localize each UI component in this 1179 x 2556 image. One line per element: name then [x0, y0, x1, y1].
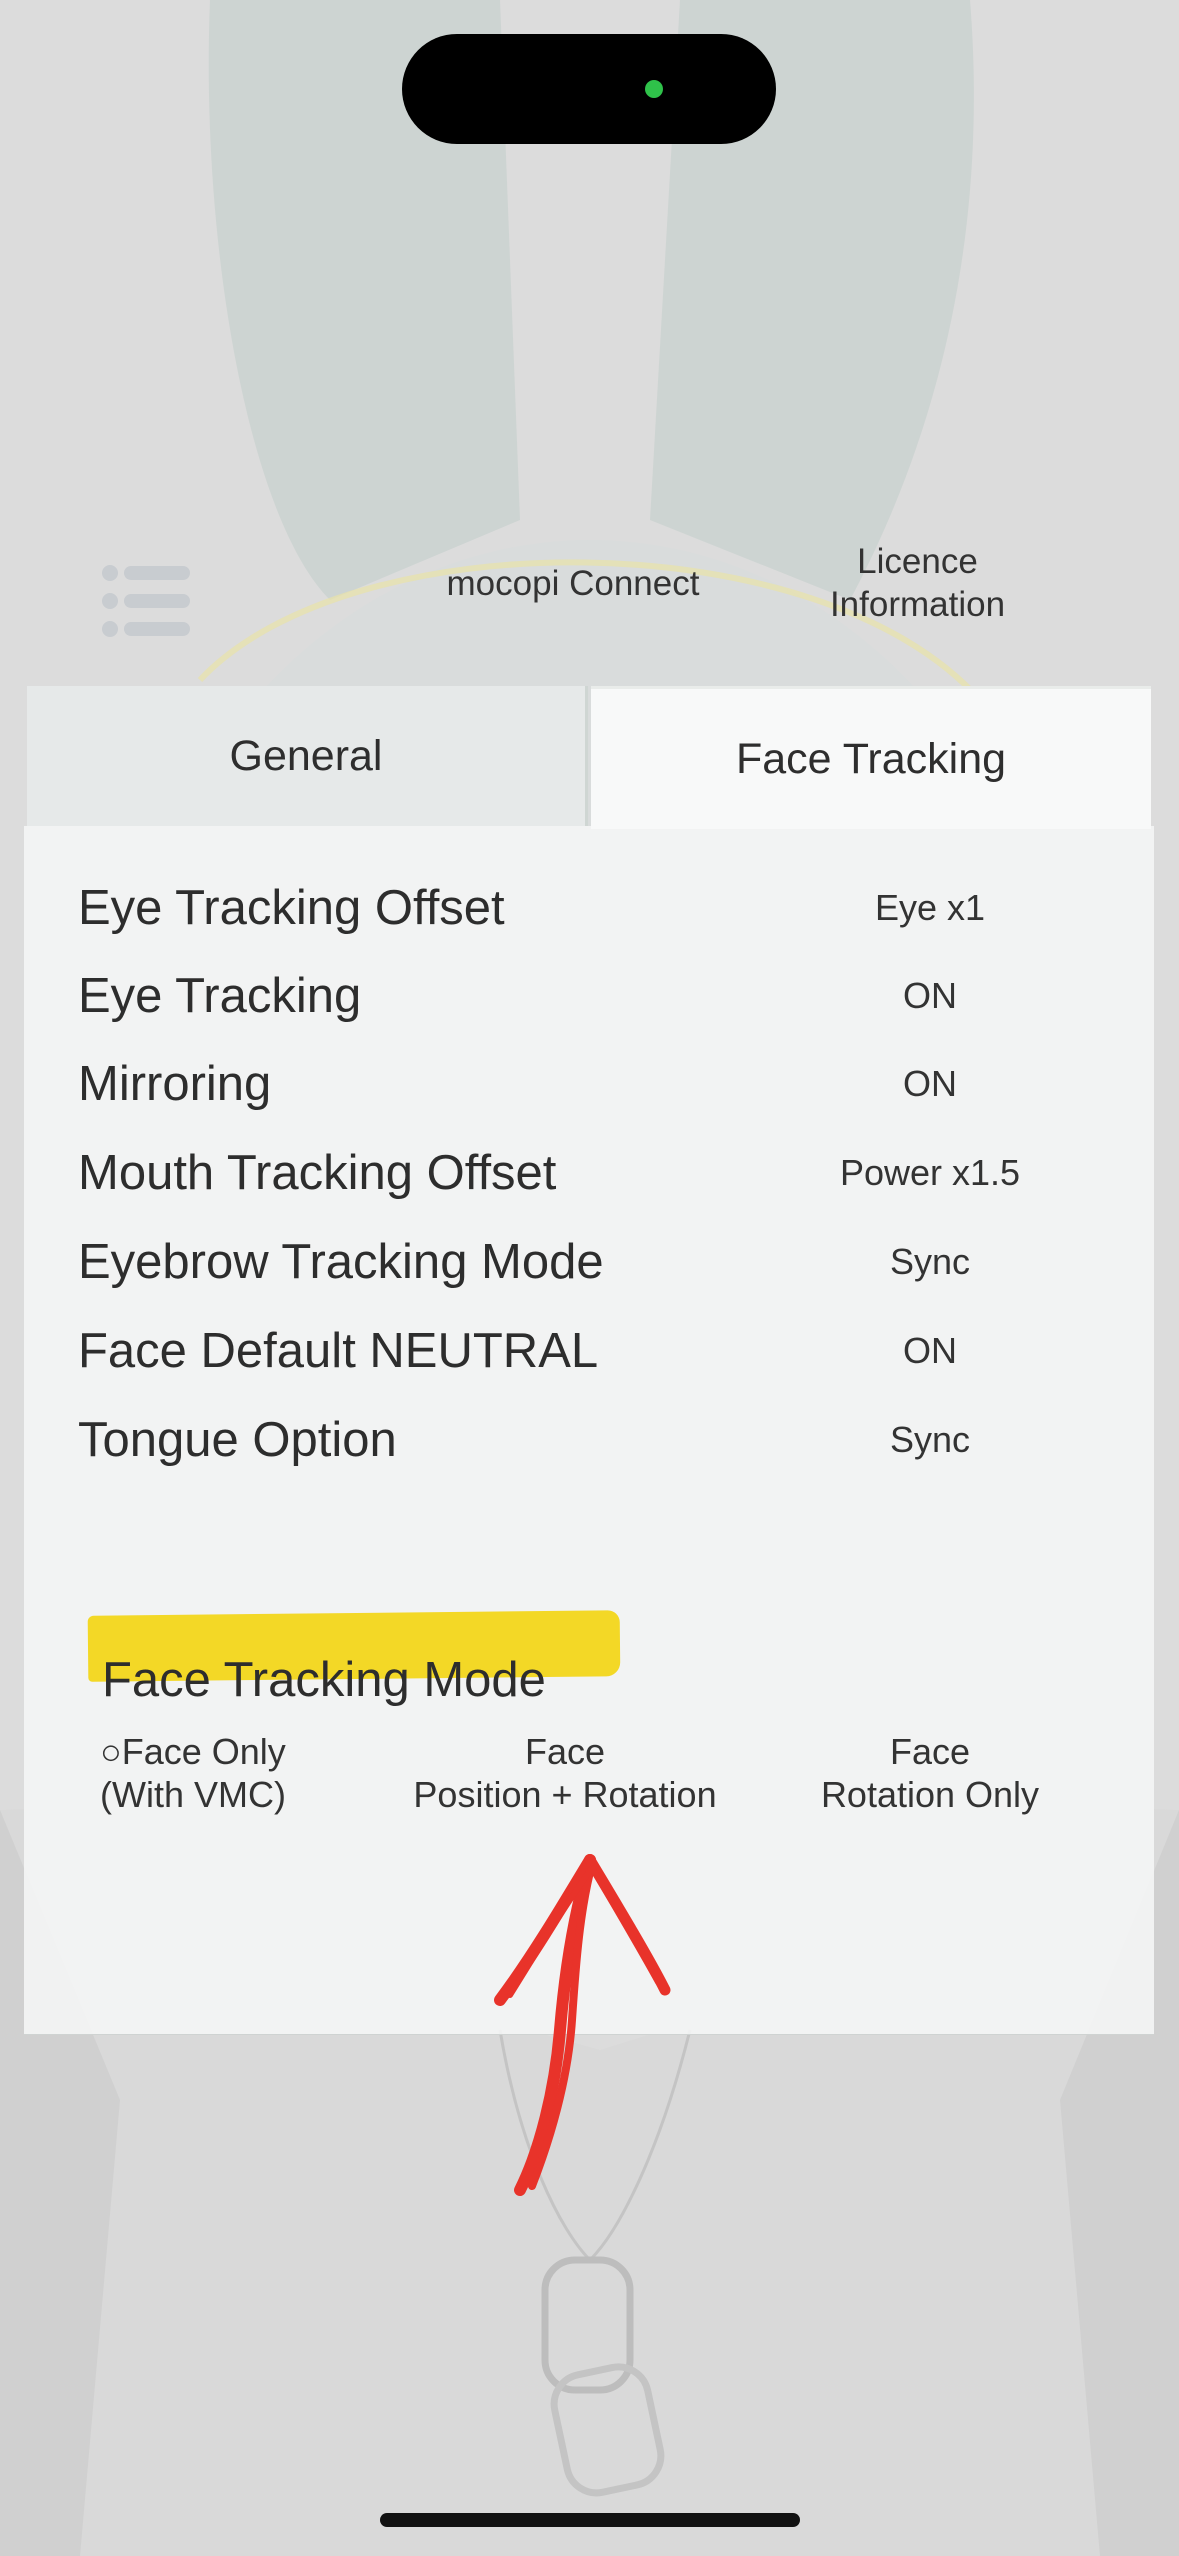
list-menu-icon[interactable]: [102, 565, 190, 637]
setting-value[interactable]: Sync: [740, 1222, 1120, 1302]
setting-row-eye-tracking[interactable]: Eye Tracking ON: [0, 956, 1130, 1036]
setting-row-face-default-neutral[interactable]: Face Default NEUTRAL ON: [0, 1311, 1130, 1391]
setting-label: Mirroring: [78, 1057, 272, 1111]
setting-label: Eye Tracking Offset: [78, 881, 505, 935]
setting-value[interactable]: ON: [740, 1044, 1120, 1124]
mode-option-rotation-only[interactable]: Face Rotation Only: [800, 1730, 1060, 1816]
licence-label-line2: Information: [829, 585, 1006, 624]
licence-information-link[interactable]: Licence Information: [790, 540, 1045, 626]
mocopi-connect-label: mocopi Connect: [446, 564, 700, 603]
status-dot: [645, 80, 663, 98]
setting-row-tongue-option[interactable]: Tongue Option Sync: [0, 1400, 1130, 1480]
setting-label: Eye Tracking: [78, 969, 362, 1023]
setting-value[interactable]: ON: [740, 956, 1120, 1036]
mode-option-line1: Face: [524, 1731, 606, 1772]
mode-option-face-only[interactable]: ○Face Only (With VMC): [100, 1730, 320, 1816]
setting-label: Tongue Option: [78, 1413, 397, 1467]
tab-face-tracking-label: Face Tracking: [735, 734, 1007, 783]
dynamic-island: [402, 34, 776, 144]
setting-label: Face Default NEUTRAL: [78, 1324, 599, 1378]
setting-label: Mouth Tracking Offset: [78, 1146, 557, 1200]
mode-option-line2: (With VMC): [100, 1774, 286, 1815]
home-indicator[interactable]: [380, 2513, 800, 2527]
mode-option-line1: ○Face Only: [100, 1731, 286, 1772]
setting-row-mirroring[interactable]: Mirroring ON: [0, 1044, 1130, 1124]
tab-face-tracking[interactable]: Face Tracking: [591, 686, 1151, 829]
setting-value[interactable]: Power x1.5: [740, 1133, 1120, 1213]
mode-option-position-rotation[interactable]: Face Position + Rotation: [395, 1730, 735, 1816]
setting-value[interactable]: ON: [740, 1311, 1120, 1391]
setting-row-eyebrow-tracking-mode[interactable]: Eyebrow Tracking Mode Sync: [0, 1222, 1130, 1302]
setting-row-eye-tracking-offset[interactable]: Eye Tracking Offset Eye x1: [0, 868, 1130, 948]
mode-option-line1: Face: [889, 1731, 971, 1772]
mode-option-line2: Rotation Only: [820, 1774, 1040, 1815]
mode-option-line2: Position + Rotation: [413, 1774, 717, 1815]
setting-label: Eyebrow Tracking Mode: [78, 1235, 604, 1289]
face-tracking-mode-title: Face Tracking Mode: [102, 1653, 546, 1707]
setting-value[interactable]: Eye x1: [740, 868, 1120, 948]
mocopi-connect-link[interactable]: mocopi Connect: [420, 562, 726, 605]
setting-value[interactable]: Sync: [740, 1400, 1120, 1480]
setting-row-mouth-tracking-offset[interactable]: Mouth Tracking Offset Power x1.5: [0, 1133, 1130, 1213]
tab-general[interactable]: General: [27, 686, 588, 826]
red-annotation-arrow-icon: [494, 1854, 671, 2196]
tab-general-label: General: [229, 731, 383, 780]
licence-label-line1: Licence: [857, 542, 978, 581]
